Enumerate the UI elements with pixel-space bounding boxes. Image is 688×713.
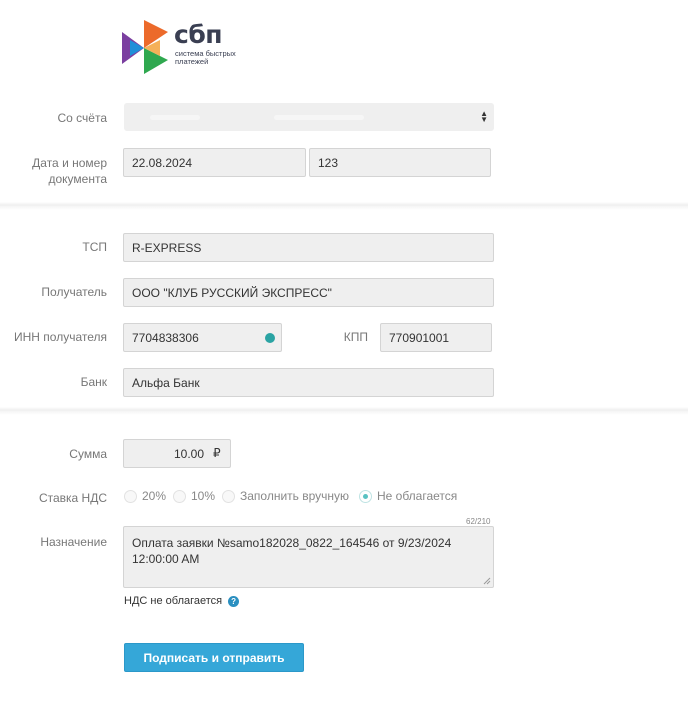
section-divider [0, 407, 688, 415]
purpose-line1: Оплата заявки №samo182028_0822_164546 от… [132, 536, 452, 550]
recipient-label: Получатель [41, 285, 107, 299]
purpose-line2: 12:00:00 AM [132, 552, 200, 566]
account-blurred-text [274, 115, 364, 120]
recipient-field: ООО "КЛУБ РУССКИЙ ЭКСПРЕСС" [123, 278, 494, 307]
vat-radio-20[interactable]: 20% [124, 489, 166, 503]
currency-symbol: ₽ [213, 446, 221, 460]
inn-value: 7704838306 [132, 330, 199, 345]
from-account-label: Со счёта [57, 111, 108, 125]
vat-rate-label: Ставка НДС [38, 491, 107, 505]
logo-brand: сбп [174, 20, 223, 49]
purpose-textarea[interactable]: Оплата заявки №samo182028_0822_164546 от… [123, 526, 494, 588]
vat-note-text: НДС не облагается [124, 595, 223, 607]
radio-circle-icon [222, 489, 235, 503]
vat-option-label: Заполнить вручную [240, 489, 350, 503]
doc-date-number-label: Дата и номер документа [20, 155, 107, 187]
doc-label-line1: Дата и номер [32, 156, 107, 170]
select-arrows-icon: ▲ ▼ [480, 109, 488, 124]
radio-selected-icon [359, 489, 372, 503]
logo-tagline: система быстрых платежей [175, 50, 245, 66]
doc-number-input[interactable]: 123 [309, 148, 491, 177]
kpp-field: 770901001 [380, 323, 492, 352]
inn-label: ИНН получателя [14, 330, 107, 344]
vat-option-label: 20% [142, 489, 167, 503]
vat-radio-manual[interactable]: Заполнить вручную [222, 489, 349, 503]
resize-handle-icon[interactable] [483, 577, 491, 585]
tsp-field: R-EXPRESS [123, 233, 494, 262]
bank-field: Альфа Банк [123, 368, 494, 397]
kpp-label: КПП [343, 330, 368, 344]
radio-circle-icon [173, 489, 186, 503]
tsp-label: ТСП [82, 240, 107, 254]
section-divider [0, 202, 688, 210]
bank-label: Банк [80, 375, 107, 389]
account-blurred-text [150, 115, 200, 120]
vat-option-label: 10% [191, 489, 216, 503]
inn-field: 7704838306 [123, 323, 282, 352]
logo-tagline-line2: платежей [175, 57, 209, 66]
vat-radio-exempt[interactable]: Не облагается [359, 489, 457, 503]
purpose-char-counter: 62/210 [466, 517, 491, 526]
purpose-label: Назначение [40, 535, 107, 549]
from-account-select[interactable]: ▲ ▼ [124, 103, 494, 131]
amount-label: Сумма [69, 447, 107, 461]
verified-status-icon [265, 333, 275, 343]
doc-date-input[interactable]: 22.08.2024 [123, 148, 306, 177]
vat-radio-10[interactable]: 10% [173, 489, 215, 503]
radio-circle-icon [124, 489, 137, 503]
vat-option-label: Не облагается [377, 489, 458, 503]
help-icon[interactable]: ? [228, 595, 240, 607]
vat-note: НДС не облагается ? [124, 595, 240, 607]
sbp-logo: сбп система быстрых платежей [122, 20, 242, 76]
sbp-logo-mark-icon [122, 20, 168, 74]
sign-and-send-button[interactable]: Подписать и отправить [124, 643, 304, 672]
doc-label-line2: документа [48, 172, 107, 186]
